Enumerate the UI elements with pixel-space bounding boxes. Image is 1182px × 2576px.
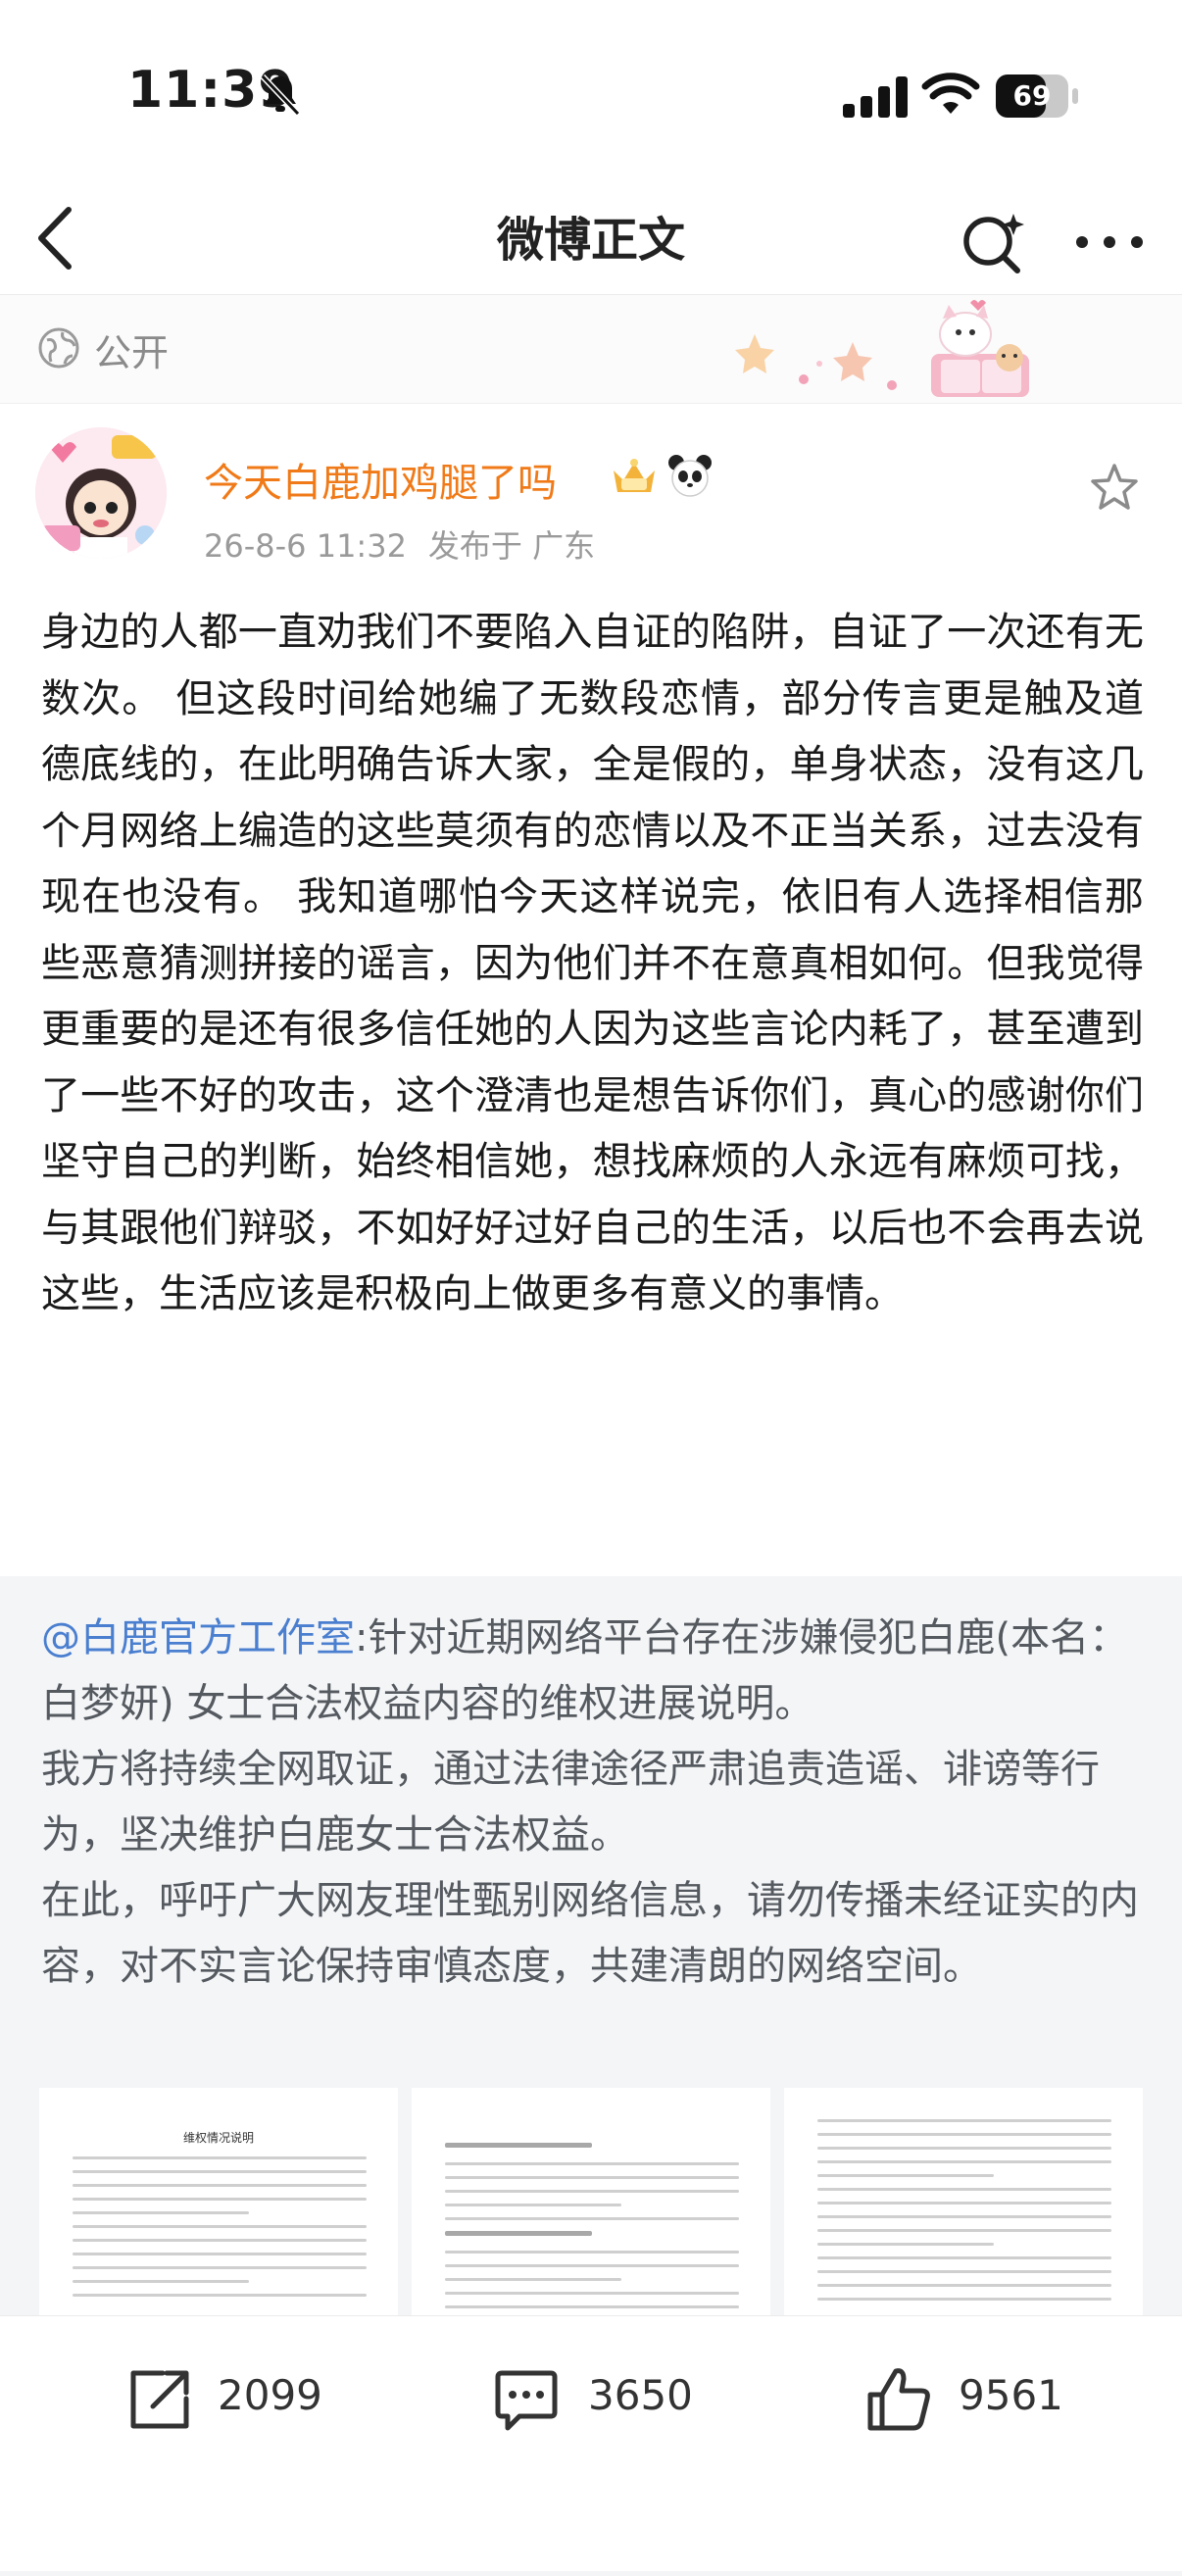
document-text-line xyxy=(445,2292,739,2295)
visibility-label: 公开 xyxy=(94,331,170,374)
signal-icon xyxy=(843,76,908,118)
document-text-line xyxy=(445,2143,592,2148)
post-timestamp: 26-8-6 11:32 xyxy=(204,527,407,565)
document-text-line xyxy=(445,2251,739,2254)
document-text-line xyxy=(445,2190,739,2193)
document-text-line xyxy=(817,2229,1111,2232)
search-sparkle-icon[interactable] xyxy=(959,208,1027,276)
document-text-line xyxy=(73,2225,367,2228)
panda-icon xyxy=(668,455,712,497)
share-button[interactable]: 2099 xyxy=(123,2316,359,2473)
document-text-line xyxy=(817,2119,1111,2122)
document-text-line xyxy=(73,2198,367,2201)
vip-crown-icon[interactable] xyxy=(608,453,661,498)
quoted-paragraph-3: 在此，呼吁广大网友理性甄别网络信息，请勿传播未经证实的内容，对不实言论保持审慎态… xyxy=(41,1878,1139,1989)
nav-bar: 微博正文 xyxy=(0,186,1182,295)
bell-muted-icon xyxy=(260,74,301,117)
document-text-line xyxy=(817,2298,1111,2301)
document-text-line xyxy=(817,2160,1111,2163)
document-text-line xyxy=(445,2162,739,2165)
image-thumbnail[interactable] xyxy=(784,2088,1143,2323)
document-text-line xyxy=(817,2270,1111,2273)
visibility-row: 公开 xyxy=(0,295,1182,404)
document-text-line xyxy=(817,2256,1111,2259)
document-text-line xyxy=(445,2231,592,2236)
star-icon[interactable] xyxy=(1088,461,1141,514)
document-text-line xyxy=(445,2264,739,2267)
status-bar: 11:39 69 xyxy=(0,0,1182,186)
document-title: 维权情况说明 xyxy=(182,2131,254,2145)
document-text-line xyxy=(817,2284,1111,2287)
document-text-line xyxy=(73,2211,249,2214)
document-text-line xyxy=(445,2204,621,2206)
quoted-paragraph-2: 我方将持续全网取证，通过法律途径严肃追责造谣、诽谤等行为，坚决维护白鹿女士合法权… xyxy=(41,1747,1100,1858)
avatar[interactable] xyxy=(35,427,167,559)
document-text-line xyxy=(445,2305,739,2308)
image-thumbnail[interactable] xyxy=(412,2088,770,2323)
document-text-line xyxy=(73,2239,367,2242)
like-count: 9561 xyxy=(959,2371,1063,2419)
like-icon xyxy=(867,2368,930,2431)
image-thumbnail[interactable]: 维权情况说明 xyxy=(39,2088,398,2323)
action-bar: 2099 3650 9561 xyxy=(0,2315,1182,2571)
post-meta: 26-8-6 11:32 发布于 广东 xyxy=(204,521,616,567)
document-text-line xyxy=(73,2253,367,2255)
comment-count: 3650 xyxy=(588,2371,693,2419)
quoted-post-text: @白鹿官方工作室:针对近期网络平台存在涉嫌侵犯白鹿(本名：白梦妍) 女士合法权益… xyxy=(41,1606,1144,2000)
post-body: 身边的人都一直劝我们不要陷入自证的陷阱，自证了一次还有无数次。 但这段时间给她编… xyxy=(41,610,1144,1316)
wifi-icon xyxy=(921,73,980,114)
document-text-line xyxy=(73,2184,367,2187)
document-text-line xyxy=(73,2170,367,2173)
document-text-line xyxy=(817,2243,994,2246)
document-text-line xyxy=(817,2147,1111,2150)
document-text-line xyxy=(73,2280,249,2283)
globe-icon xyxy=(38,327,79,369)
document-text-line xyxy=(445,2217,739,2220)
mention-link[interactable]: @白鹿官方工作室 xyxy=(41,1615,355,1660)
document-text-line xyxy=(817,2215,1111,2218)
post-location: 发布于 广东 xyxy=(427,527,596,565)
document-text-line xyxy=(445,2278,621,2281)
document-text-line xyxy=(817,2202,1111,2204)
document-text-line xyxy=(817,2133,1111,2136)
like-button[interactable]: 9561 xyxy=(862,2316,1098,2473)
document-text-line xyxy=(73,2266,367,2269)
document-text-line xyxy=(445,2176,739,2179)
author-name[interactable]: 今天白鹿加鸡腿了吗 xyxy=(204,451,557,508)
more-dots-icon[interactable] xyxy=(1070,218,1149,267)
quoted-first-paragraph: @白鹿官方工作室:针对近期网络平台存在涉嫌侵犯白鹿(本名：白梦妍) 女士合法权益… xyxy=(41,1606,1144,1737)
share-count: 2099 xyxy=(218,2371,322,2419)
comment-icon xyxy=(495,2370,558,2431)
document-text-line xyxy=(73,2294,367,2297)
image-grid: 维权情况说明 xyxy=(39,2088,1143,2323)
battery-level: 69 xyxy=(1012,79,1052,112)
decoration-stickers xyxy=(735,300,1029,397)
battery-icon: 69 xyxy=(996,74,1078,118)
document-text-line xyxy=(817,2188,1111,2191)
share-icon xyxy=(130,2370,189,2429)
comment-button[interactable]: 3650 xyxy=(490,2316,725,2473)
document-text-line xyxy=(817,2174,994,2177)
document-text-line xyxy=(73,2156,367,2159)
